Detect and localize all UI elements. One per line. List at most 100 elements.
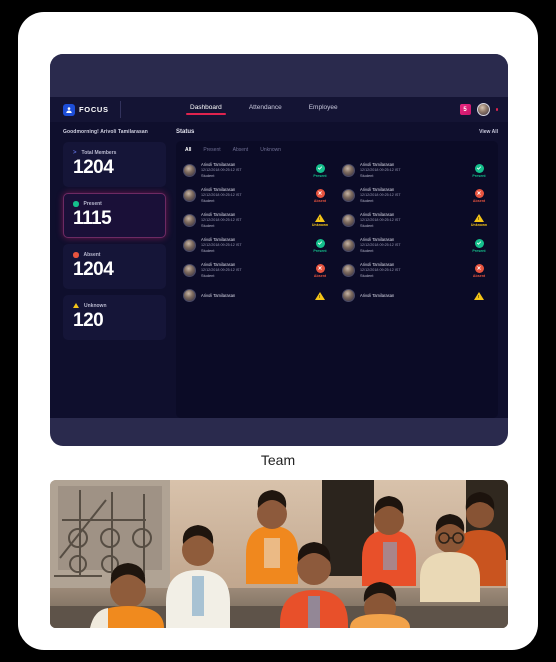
header-divider <box>119 101 121 118</box>
list-item[interactable]: Arivoli Tamilarasan 12/12/2018 09:25:12 I… <box>342 233 492 258</box>
filter-present[interactable]: Present <box>203 147 220 153</box>
status-badge <box>466 291 492 300</box>
stats-sidebar: Goodmorning! Arivoli Tamilarasan > Total… <box>63 129 166 418</box>
check-circle-icon <box>315 163 325 173</box>
avatar <box>342 189 355 202</box>
notification-badge[interactable]: 5 <box>459 104 471 115</box>
avatar <box>342 264 355 277</box>
warning-triangle-icon <box>315 291 325 300</box>
chevron-down-icon[interactable] <box>495 108 498 111</box>
status-badge: Present <box>307 238 333 253</box>
stat-label: Total Members <box>81 150 117 156</box>
list-item[interactable]: Arivoli Tamilarasan <box>183 283 333 308</box>
stat-header: > Total Members <box>73 150 156 156</box>
member-info: Arivoli Tamilarasan 12/12/2018 09:25:12 I… <box>355 262 466 279</box>
member-role: Student <box>360 198 374 204</box>
list-item[interactable]: Arivoli Tamilarasan 12/12/2018 09:25:12 I… <box>342 158 492 183</box>
green-dot-icon <box>73 201 79 207</box>
chevron-right-icon: > <box>73 150 77 156</box>
close-circle-icon <box>474 263 484 273</box>
list-item[interactable]: Arivoli Tamilarasan 12/12/2018 09:25:12 I… <box>183 233 333 258</box>
stat-header: Unknown <box>73 303 156 309</box>
person-badge-icon <box>63 103 75 116</box>
warning-triangle-icon <box>474 214 484 222</box>
member-role: Student <box>201 273 215 279</box>
member-info: Arivoli Tamilarasan 12/12/2018 09:25:12 I… <box>355 162 466 179</box>
member-info: Arivoli Tamilarasan 12/12/2018 09:25:12 I… <box>196 237 307 254</box>
list-item[interactable]: Arivoli Tamilarasan 12/12/2018 09:25:12 I… <box>183 208 333 233</box>
list-item[interactable]: Arivoli Tamilarasan 12/12/2018 09:25:12 I… <box>183 258 333 283</box>
dashboard-body: Goodmorning! Arivoli Tamilarasan > Total… <box>50 122 508 418</box>
status-label: Absent <box>472 273 486 278</box>
member-role: Student <box>201 173 215 179</box>
white-page-card: FOCUS Dashboard Attendance Employee 5 Go… <box>18 12 538 650</box>
stat-card-unknown[interactable]: Unknown 120 <box>63 294 166 340</box>
tab-employee[interactable]: Employee <box>309 104 338 115</box>
list-item[interactable]: Arivoli Tamilarasan 12/12/2018 09:25:12 I… <box>342 258 492 283</box>
status-label: Present <box>313 173 327 178</box>
list-item[interactable]: Arivoli Tamilarasan 12/12/2018 09:25:12 I… <box>342 183 492 208</box>
stat-card-present[interactable]: Present 1115 <box>63 192 166 238</box>
filter-all[interactable]: All <box>185 147 191 153</box>
member-info: Arivoli Tamilarasan 12/12/2018 09:25:12 I… <box>355 212 466 229</box>
app-header: FOCUS Dashboard Attendance Employee 5 <box>50 97 508 122</box>
member-role: Student <box>360 248 374 254</box>
avatar <box>183 239 196 252</box>
avatar <box>342 214 355 227</box>
stat-label: Unknown <box>84 302 107 309</box>
avatar <box>183 214 196 227</box>
avatar <box>342 239 355 252</box>
status-title: Status <box>176 129 195 135</box>
check-circle-icon <box>315 238 325 248</box>
member-role: Student <box>201 248 215 254</box>
group-team-photo <box>50 480 508 628</box>
close-circle-icon <box>315 188 325 198</box>
view-all-link[interactable]: View All <box>479 129 498 135</box>
list-item[interactable]: Arivoli Tamilarasan <box>342 283 492 308</box>
member-role: Student <box>360 173 374 179</box>
member-role: Student <box>360 273 374 279</box>
stat-card-total-members[interactable]: > Total Members 1204 <box>63 142 166 187</box>
member-info: Arivoli Tamilarasan <box>355 293 466 299</box>
close-circle-icon <box>315 263 325 273</box>
avatar[interactable] <box>476 103 490 116</box>
status-filters: All Present Absent Unknown <box>183 147 492 153</box>
stat-value: 1204 <box>73 258 114 280</box>
stat-value: 120 <box>73 309 104 331</box>
status-panel: All Present Absent Unknown Arivoli Tamil… <box>176 141 498 418</box>
avatar <box>342 289 355 302</box>
team-section-title: Team <box>260 452 296 468</box>
close-circle-icon <box>474 188 484 198</box>
status-badge: Absent <box>466 263 492 278</box>
member-info: Arivoli Tamilarasan 12/12/2018 09:25:12 I… <box>355 187 466 204</box>
member-name: Arivoli Tamilarasan <box>201 292 236 298</box>
brand-logo[interactable]: FOCUS <box>50 101 140 118</box>
stat-header: Absent <box>73 252 156 258</box>
avatar <box>183 189 196 202</box>
status-label: Unknown <box>311 223 329 227</box>
member-info: Arivoli Tamilarasan 12/12/2018 09:25:12 I… <box>196 162 307 179</box>
status-badge: Unknown <box>466 214 492 227</box>
frame-top-strip <box>50 54 508 97</box>
greeting-text: Goodmorning! Arivoli Tamilarasan <box>63 129 148 135</box>
stat-header: Present <box>73 201 156 207</box>
status-badge <box>307 291 333 300</box>
status-badge: Unknown <box>307 214 333 227</box>
status-label: Present <box>313 248 327 253</box>
list-item[interactable]: Arivoli Tamilarasan 12/12/2018 09:25:12 I… <box>183 158 333 183</box>
list-item[interactable]: Arivoli Tamilarasan 12/12/2018 09:25:12 I… <box>342 208 492 233</box>
avatar <box>183 264 196 277</box>
status-label: Unknown <box>470 223 488 227</box>
tab-attendance[interactable]: Attendance <box>249 104 282 115</box>
avatar <box>183 289 196 302</box>
stat-card-absent[interactable]: Absent 1204 <box>63 243 166 289</box>
status-label: Absent <box>472 198 486 203</box>
warning-triangle-icon <box>315 214 325 222</box>
red-dot-icon <box>73 252 79 258</box>
stat-label: Absent <box>83 251 101 258</box>
tab-dashboard[interactable]: Dashboard <box>186 104 226 115</box>
list-item[interactable]: Arivoli Tamilarasan 12/12/2018 09:25:12 I… <box>183 183 333 208</box>
filter-unknown[interactable]: Unknown <box>260 147 281 153</box>
filter-absent[interactable]: Absent <box>233 147 249 153</box>
status-badge: Present <box>307 163 333 178</box>
